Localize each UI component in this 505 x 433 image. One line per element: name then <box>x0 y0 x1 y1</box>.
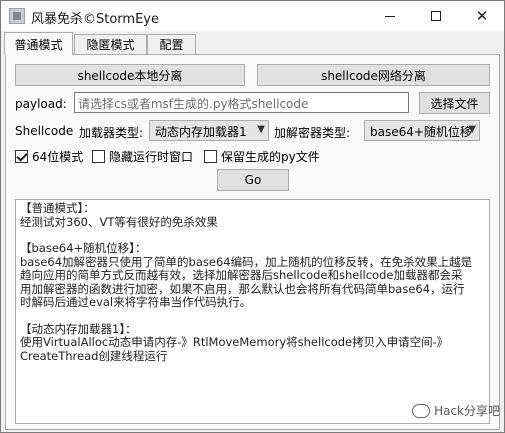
x64-mode-checkbox[interactable]: 64位模式 <box>15 148 83 165</box>
log-line: 【动态内存加载器1】： <box>20 321 137 336</box>
log-line: 时解码后通过eval来将字符串当作代码执行。 <box>20 295 252 309</box>
title-bar: 风暴免杀©StormEye ✕ <box>1 1 504 31</box>
minimize-icon <box>385 15 395 17</box>
payload-input[interactable]: 请选择cs或者msf生成的.py格式shellcode <box>74 92 409 113</box>
hide-window-label: 隐藏运行时窗口 <box>109 150 194 164</box>
chevron-down-icon: ▼ <box>468 124 476 135</box>
x64-mode-label: 64位模式 <box>32 150 84 164</box>
maximize-button[interactable] <box>413 1 459 31</box>
hide-window-checkbox[interactable]: 隐藏运行时窗口 <box>92 148 193 165</box>
checkbox-icon <box>204 150 217 163</box>
normal-mode-panel: shellcode本地分离 shellcode网络分离 payload: 请选择… <box>5 54 500 430</box>
shellcode-label: Shellcode <box>15 124 74 138</box>
watermark: Hack分享吧 <box>412 402 500 419</box>
network-split-button[interactable]: shellcode网络分离 <box>257 64 490 86</box>
decryptor-type-value: base64+随机位移 <box>370 125 472 139</box>
tab-config[interactable]: 配置 <box>147 34 196 54</box>
close-icon: ✕ <box>475 6 489 25</box>
loader-type-label: 加载器类型: <box>79 126 144 140</box>
log-line: 【base64+随机位移】： <box>20 241 147 255</box>
log-line: 经测试对360、VT等有很好的免杀效果 <box>20 214 218 229</box>
close-button[interactable]: ✕ <box>459 1 505 31</box>
checkbox-checked-icon <box>15 150 28 163</box>
checkbox-icon <box>92 150 105 163</box>
decryptor-type-select[interactable]: base64+随机位移 ▼ <box>364 120 480 141</box>
log-line: base64加解密器只使用了简单的base64编码，加上随机的位移反转，在免杀效… <box>20 254 473 269</box>
log-line: 使用VirtualAlloc动态申请内存-》RtlMoveMemory将shel… <box>20 335 449 349</box>
chevron-down-icon: ▼ <box>257 124 265 135</box>
tab-stealth-mode[interactable]: 隐匿模式 <box>74 34 147 54</box>
log-line <box>20 310 485 323</box>
keep-py-label: 保留生成的py文件 <box>221 150 320 164</box>
decryptor-type-label: 加解密器类型: <box>274 126 351 140</box>
tab-normal-mode[interactable]: 普通模式 <box>4 32 73 55</box>
log-line: CreateThread创建线程运行 <box>20 348 168 363</box>
minimize-button[interactable] <box>367 1 413 31</box>
log-line: 用加解密器的函数进行加密，如果不启用，那么默认也会将所有代码简单base64，运… <box>20 281 465 296</box>
loader-type-select[interactable]: 动态内存加载器1 ▼ <box>149 120 269 141</box>
local-split-button[interactable]: shellcode本地分离 <box>15 64 245 86</box>
maximize-icon <box>431 11 441 21</box>
log-line: 趋向应用的简单方式反而越有效，选择加解密器后shellcode和shellcod… <box>20 268 463 282</box>
app-icon <box>9 8 25 24</box>
go-button[interactable]: Go <box>217 169 289 191</box>
keep-py-checkbox[interactable]: 保留生成的py文件 <box>204 148 320 165</box>
loader-type-value: 动态内存加载器1 <box>155 125 247 139</box>
info-log-textarea[interactable]: 【普通模式】： 经测试对360、VT等有很好的免杀效果 【base64+随机位移… <box>15 199 490 424</box>
app-window: 风暴免杀©StormEye ✕ 普通模式 隐匿模式 配置 shellcode本地… <box>0 0 505 433</box>
watermark-text: Hack分享吧 <box>434 404 500 418</box>
wechat-icon <box>412 403 431 418</box>
log-line: 【普通模式】： <box>20 201 95 215</box>
choose-file-button[interactable]: 选择文件 <box>419 92 490 114</box>
window-title: 风暴免杀©StormEye <box>31 12 159 27</box>
payload-label: payload: <box>15 97 67 111</box>
